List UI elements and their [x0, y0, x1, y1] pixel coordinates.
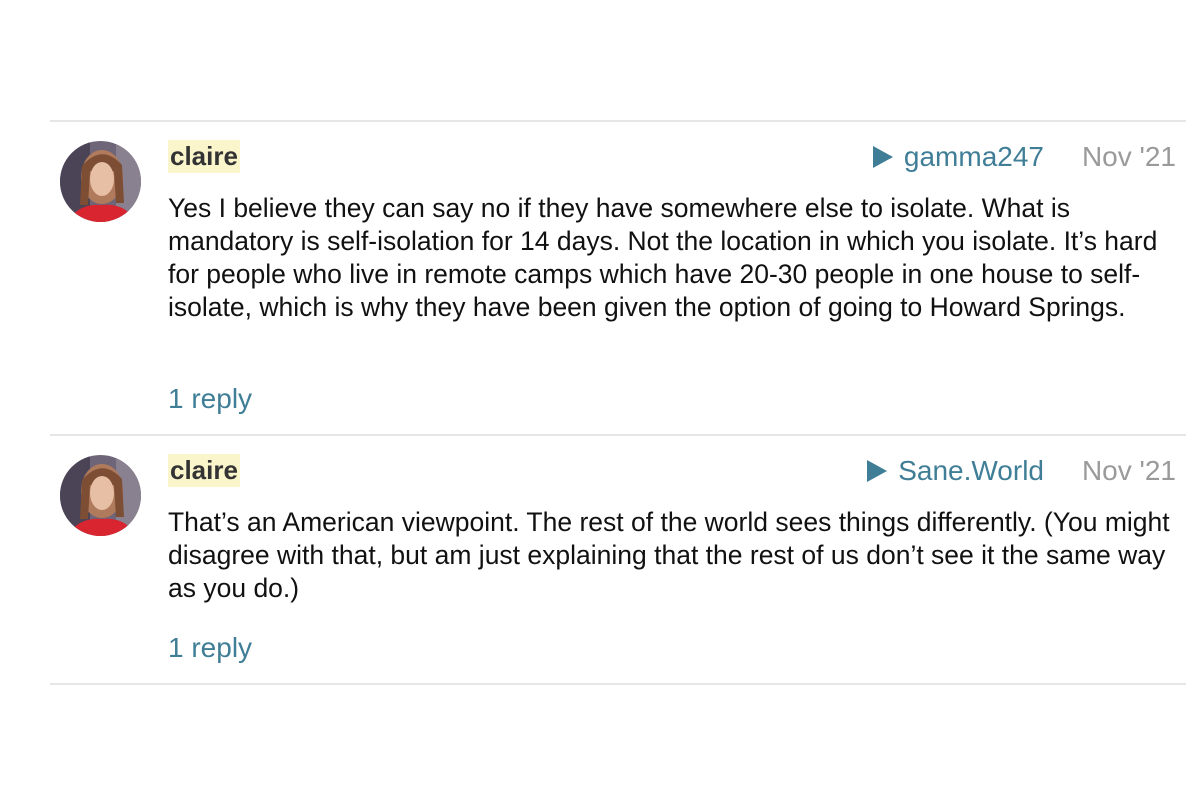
in-reply-to-username[interactable]: Sane.World: [898, 455, 1044, 487]
avatar[interactable]: [60, 141, 141, 222]
comment-body: That’s an American viewpoint. The rest o…: [168, 507, 1170, 603]
comment-thread: claire gamma247 Nov '21 Yes I believe th…: [50, 120, 1186, 685]
replies-toggle[interactable]: 1 reply: [168, 632, 252, 664]
username[interactable]: claire: [168, 140, 240, 173]
avatar-image: [60, 455, 141, 536]
comment: claire gamma247 Nov '21 Yes I believe th…: [50, 122, 1186, 434]
triangle-right-icon: [872, 146, 893, 168]
divider: [50, 683, 1186, 685]
comment-body: Yes I believe they can say no if they ha…: [168, 193, 1158, 322]
post-date[interactable]: Nov '21: [1082, 141, 1176, 173]
in-reply-to-username[interactable]: gamma247: [904, 141, 1044, 173]
in-reply-to-link[interactable]: Sane.World: [867, 455, 1044, 487]
avatar[interactable]: [60, 455, 141, 536]
avatar-image: [60, 141, 141, 222]
comment: claire Sane.World Nov '21 That’s an Amer…: [50, 436, 1186, 683]
triangle-right-icon: [867, 460, 888, 482]
post-date[interactable]: Nov '21: [1082, 455, 1176, 487]
username[interactable]: claire: [168, 454, 240, 487]
in-reply-to-link[interactable]: gamma247: [872, 141, 1044, 173]
replies-toggle[interactable]: 1 reply: [168, 383, 252, 415]
